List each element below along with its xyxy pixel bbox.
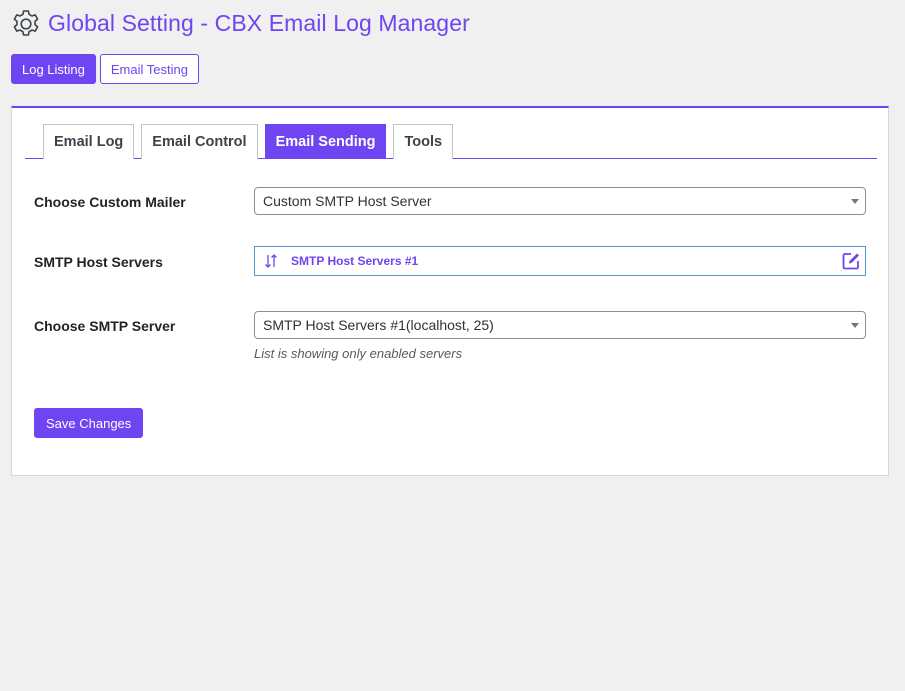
smtp-server-label: Choose SMTP Server	[34, 318, 176, 334]
custom-mailer-value: Custom SMTP Host Server	[263, 193, 432, 209]
tab-email-log[interactable]: Email Log	[43, 124, 135, 159]
tab-email-sending[interactable]: Email Sending	[264, 124, 387, 159]
smtp-host-server-item[interactable]: SMTP Host Servers #1	[254, 246, 866, 276]
gear-icon	[10, 8, 42, 40]
sort-arrows-icon[interactable]	[264, 253, 278, 269]
smtp-server-select[interactable]: SMTP Host Servers #1(localhost, 25)	[254, 311, 866, 339]
tab-email-control[interactable]: Email Control	[141, 124, 258, 159]
top-button-bar: Log Listing Email Testing	[11, 54, 199, 84]
chevron-down-icon	[851, 323, 859, 328]
page-title: Global Setting - CBX Email Log Manager	[48, 9, 470, 36]
save-changes-button[interactable]: Save Changes	[34, 408, 144, 438]
settings-panel: Email Log Email Control Email Sending To…	[11, 106, 889, 476]
log-listing-button[interactable]: Log Listing	[11, 54, 96, 84]
chevron-down-icon	[851, 199, 859, 204]
tab-tools[interactable]: Tools	[393, 124, 454, 159]
settings-tabs: Email Log Email Control Email Sending To…	[25, 124, 877, 159]
smtp-host-servers-label: SMTP Host Servers	[34, 254, 163, 270]
email-testing-button[interactable]: Email Testing	[99, 54, 199, 84]
edit-icon[interactable]	[841, 251, 861, 271]
page-header: Global Setting - CBX Email Log Manager	[10, 8, 470, 40]
custom-mailer-select[interactable]: Custom SMTP Host Server	[254, 187, 866, 215]
smtp-host-server-name: SMTP Host Servers #1	[291, 254, 419, 268]
smtp-server-value: SMTP Host Servers #1(localhost, 25)	[263, 317, 494, 333]
smtp-server-help-text: List is showing only enabled servers	[254, 346, 463, 361]
custom-mailer-label: Choose Custom Mailer	[34, 194, 186, 210]
